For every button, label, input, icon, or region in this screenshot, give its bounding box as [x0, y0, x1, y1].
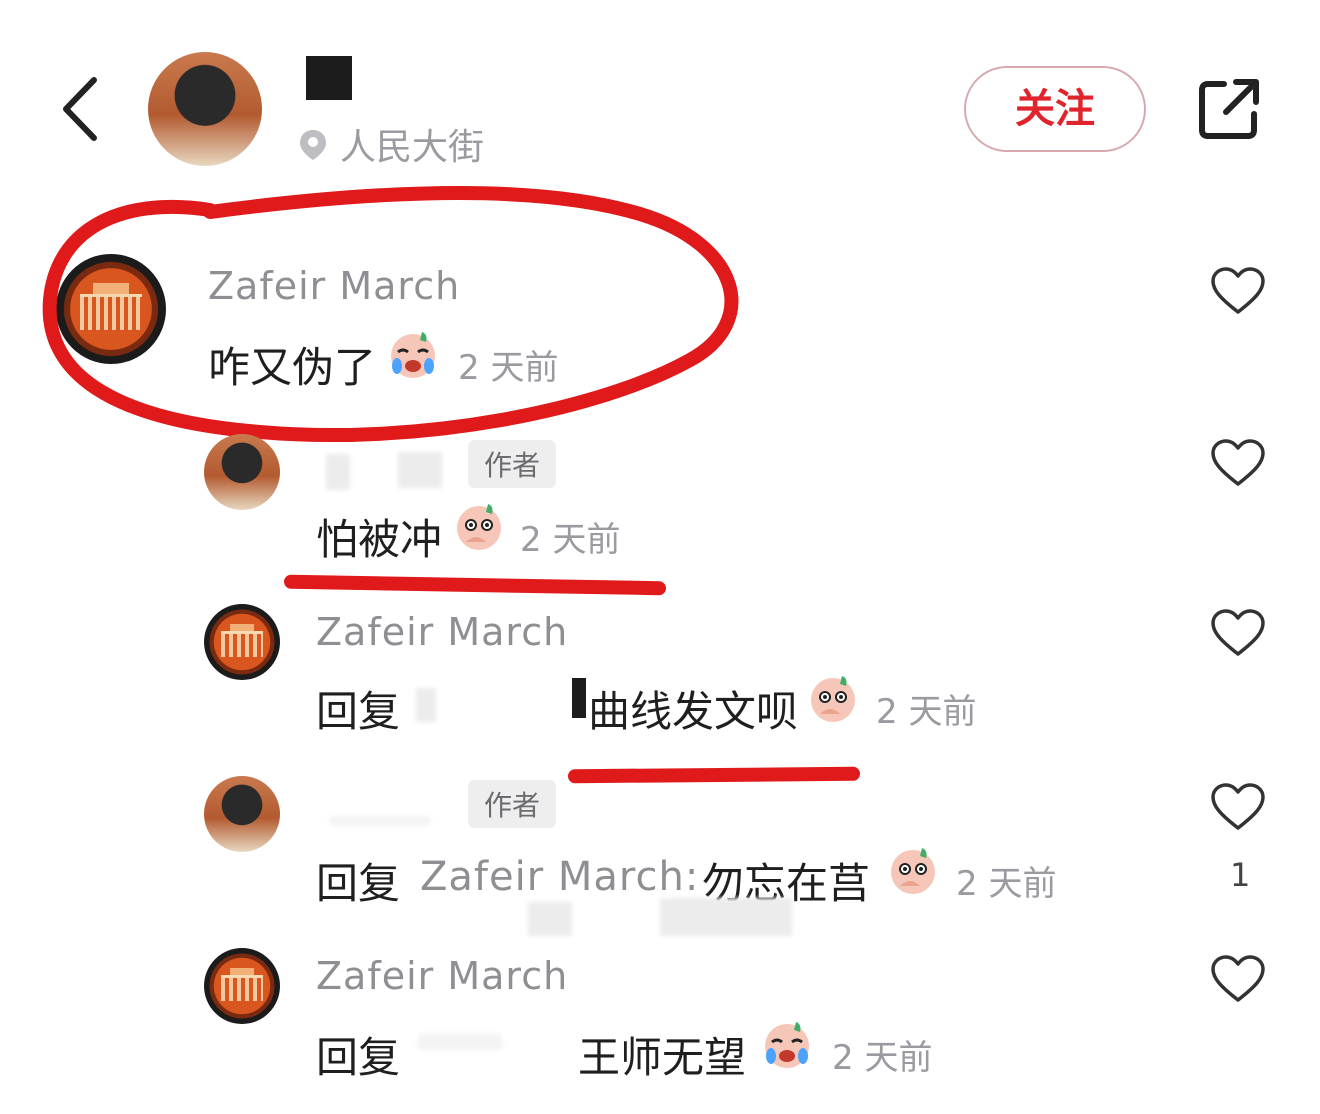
author-tag: 作者 [468, 440, 557, 488]
comment-item: Zafeir March 回复 王师无望 2 天前 [0, 946, 1320, 1114]
reply-prefix: 回复 [316, 1033, 401, 1082]
commenter-name[interactable]: Zafeir March [316, 954, 568, 998]
commenter-avatar[interactable] [204, 434, 280, 510]
commenter-avatar[interactable] [204, 948, 280, 1024]
like-count: 1 [1230, 856, 1251, 894]
comment-item: 作者 怕被冲 2 天前 [0, 432, 1320, 602]
reply-prefix: 回复 [316, 859, 401, 908]
crying-face-emoji [765, 1022, 809, 1068]
comment-text: 曲线发文呗 [588, 687, 799, 736]
redacted-block [660, 898, 792, 936]
peeking-face-emoji [811, 676, 855, 722]
comment-time: 2 天前 [520, 520, 621, 560]
heart-outline-icon[interactable] [1210, 608, 1266, 658]
reply-prefix: 回复 [316, 687, 401, 736]
comment-text: 怕被冲 [316, 515, 443, 564]
redacted-name [398, 452, 442, 488]
redacted-target [418, 1034, 502, 1050]
commenter-avatar[interactable] [204, 604, 280, 680]
author-tag: 作者 [468, 780, 557, 828]
comment-time: 2 天前 [832, 1038, 933, 1078]
comment-time: 2 天前 [876, 692, 977, 732]
comment-item: Zafeir March 回复 曲线发文呗 2 天前 [0, 600, 1320, 770]
redacted-name [330, 816, 430, 826]
redacted-target [416, 688, 436, 722]
heart-outline-icon[interactable] [1210, 438, 1266, 488]
peeking-face-emoji [457, 504, 501, 550]
reply-target[interactable]: Zafeir March: [420, 854, 699, 900]
commenter-name[interactable]: Zafeir March [316, 610, 568, 654]
peeking-face-emoji [891, 848, 935, 894]
comment-item: 作者 回复 Zafeir March: 勿忘在莒 2 天前 1 [0, 776, 1320, 946]
heart-outline-icon[interactable] [1210, 954, 1266, 1004]
redacted-target [572, 678, 586, 718]
heart-outline-icon[interactable] [1210, 782, 1266, 832]
commenter-avatar[interactable] [204, 776, 280, 852]
comment-text: 王师无望 [578, 1033, 747, 1082]
redacted-name [326, 454, 350, 490]
comment-time: 2 天前 [956, 864, 1057, 904]
redacted-block [528, 902, 572, 936]
